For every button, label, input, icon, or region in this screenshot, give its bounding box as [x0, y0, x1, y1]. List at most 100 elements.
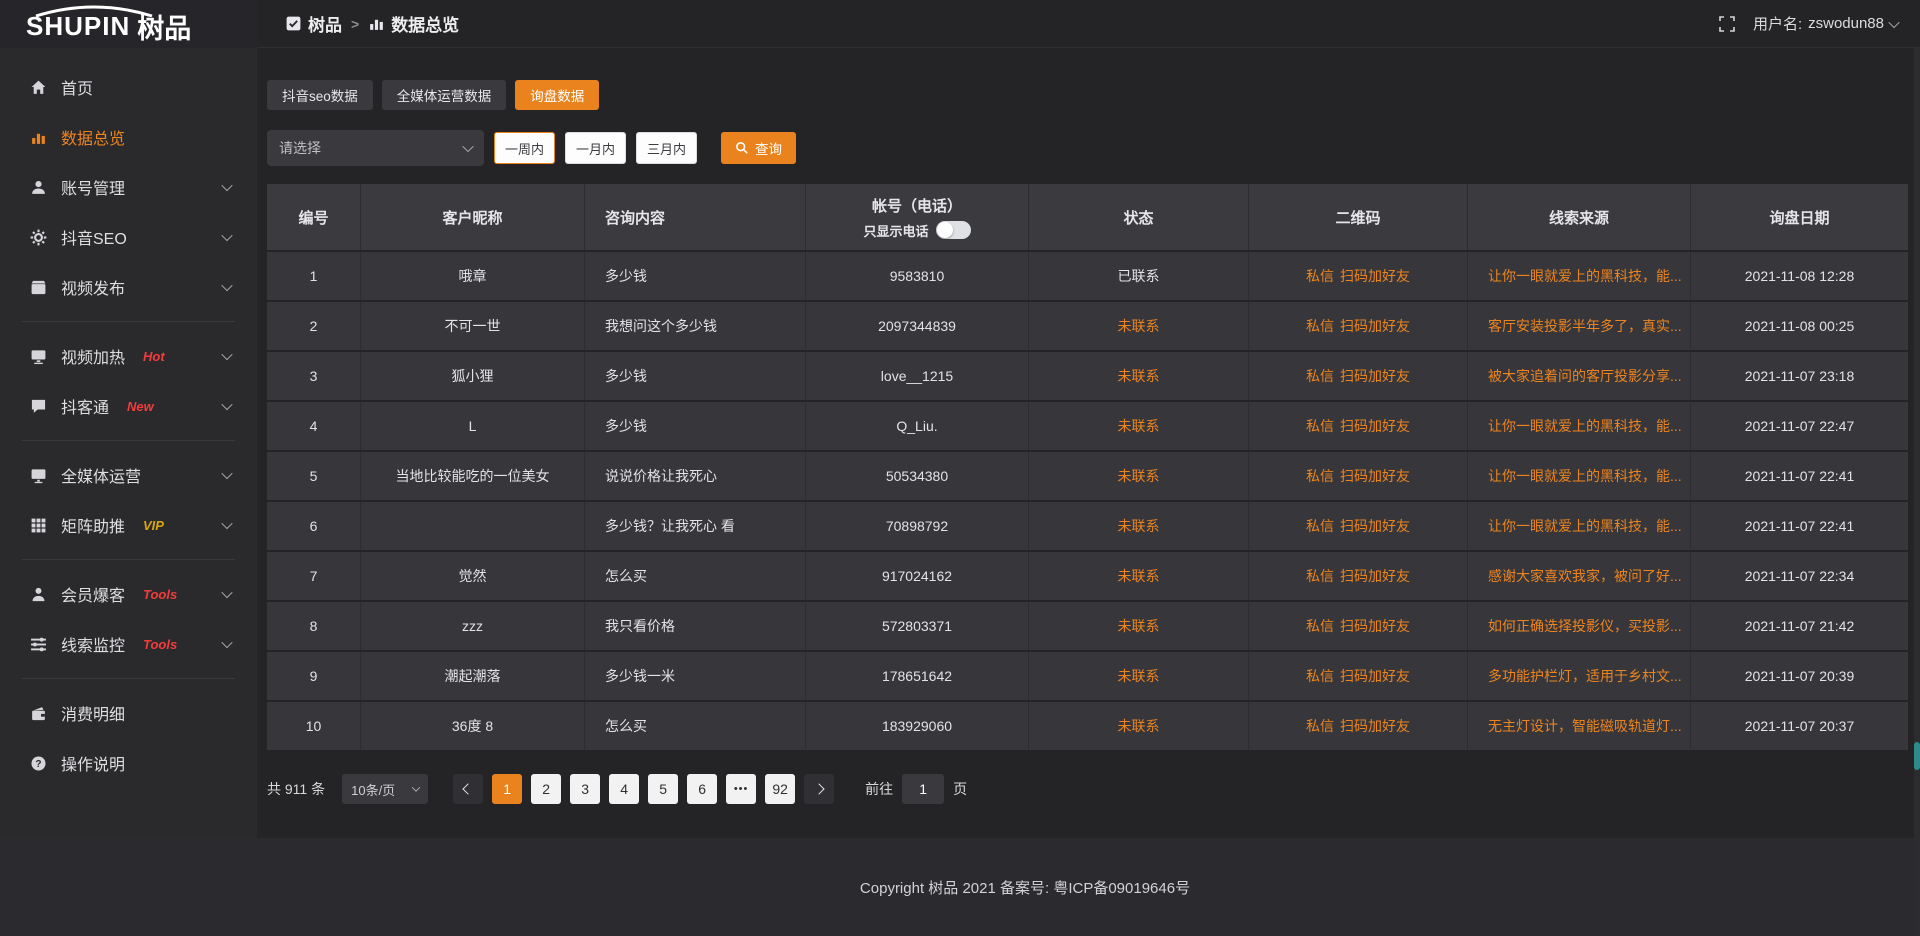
sidebar-item-lead-monitor[interactable]: 线索监控 Tools: [0, 619, 257, 669]
table-row: 3 狐小狸 多少钱 love__1215 未联系 私信扫码加好友 被大家追着问的…: [267, 350, 1908, 400]
status-badge: 未联系: [1029, 302, 1249, 350]
header-right-area: 用户名: zswodun88: [1719, 13, 1920, 34]
scan-add-friend-link[interactable]: 扫码加好友: [1340, 316, 1410, 336]
scan-add-friend-link[interactable]: 扫码加好友: [1340, 516, 1410, 536]
scrollbar-track[interactable]: [1914, 0, 1920, 936]
cell-account: 2097344839: [806, 302, 1029, 350]
sidebar-item-instructions[interactable]: ? 操作说明: [0, 738, 257, 788]
range-quarter-button[interactable]: 三月内: [636, 132, 697, 164]
lead-source-link[interactable]: 多功能护栏灯，适用于乡村文...: [1468, 652, 1691, 700]
lead-source-link[interactable]: 被大家追着问的客厅投影分享...: [1468, 352, 1691, 400]
cell-account: 178651642: [806, 652, 1029, 700]
sidebar-item-data-overview[interactable]: 数据总览: [0, 112, 257, 162]
scan-add-friend-link[interactable]: 扫码加好友: [1340, 616, 1410, 636]
lead-source-link[interactable]: 无主灯设计，智能磁吸轨道灯...: [1468, 702, 1691, 750]
lead-source-link[interactable]: 感谢大家喜欢我家，被问了好...: [1468, 552, 1691, 600]
bar-chart-icon: [368, 15, 385, 32]
app-logo: SHUPIN 树品: [0, 0, 257, 48]
dm-link[interactable]: 私信: [1306, 616, 1334, 636]
prev-page-button[interactable]: [453, 774, 483, 804]
breadcrumb-current[interactable]: 数据总览: [368, 11, 459, 36]
phone-only-toggle[interactable]: [936, 221, 971, 239]
sidebar-item-member-baoke[interactable]: 会员爆客 Tools: [0, 569, 257, 619]
sidebar-item-matrix-boost[interactable]: 矩阵助推 VIP: [0, 500, 257, 550]
page-button-4[interactable]: 4: [609, 774, 639, 804]
scrollbar-thumb[interactable]: [1914, 742, 1920, 770]
sidebar-divider: [22, 440, 235, 441]
range-week-button[interactable]: 一周内: [494, 132, 555, 164]
cell-nickname: 36度 8: [361, 702, 585, 750]
sidebar-item-label: 线索监控: [61, 632, 125, 656]
sidebar-nav: 首页 数据总览 账号管理 抖音SEO: [0, 48, 257, 838]
cell-account: 50534380: [806, 452, 1029, 500]
lead-source-link[interactable]: 让你一眼就爱上的黑科技，能...: [1468, 502, 1691, 550]
scan-add-friend-link[interactable]: 扫码加好友: [1340, 366, 1410, 386]
page-button-6[interactable]: 6: [687, 774, 717, 804]
page-button-5[interactable]: 5: [648, 774, 678, 804]
page-button-92[interactable]: 92: [765, 774, 795, 804]
sidebar-item-omni-media[interactable]: 全媒体运营: [0, 450, 257, 500]
sidebar-item-home[interactable]: 首页: [0, 62, 257, 112]
breadcrumb-root[interactable]: 树品: [285, 11, 342, 36]
table-row: 7 觉然 怎么买 917024162 未联系 私信扫码加好友 感谢大家喜欢我家，…: [267, 550, 1908, 600]
lead-source-link[interactable]: 让你一眼就爱上的黑科技，能...: [1468, 252, 1691, 300]
fullscreen-icon[interactable]: [1719, 16, 1735, 32]
scan-add-friend-link[interactable]: 扫码加好友: [1340, 666, 1410, 686]
scan-add-friend-link[interactable]: 扫码加好友: [1340, 416, 1410, 436]
cell-qrcode: 私信扫码加好友: [1249, 452, 1468, 500]
col-header-source: 线索来源: [1468, 184, 1691, 250]
chevron-down-icon: [221, 637, 232, 648]
sidebar-item-video-publish[interactable]: 视频发布: [0, 262, 257, 312]
tab-douyin-seo-data[interactable]: 抖音seo数据: [267, 80, 373, 110]
col-header-inquiry: 咨询内容: [585, 184, 806, 250]
dm-link[interactable]: 私信: [1306, 716, 1334, 736]
sidebar-item-douketong[interactable]: 抖客通 New: [0, 381, 257, 431]
sidebar-item-douyin-seo[interactable]: 抖音SEO: [0, 212, 257, 262]
scan-add-friend-link[interactable]: 扫码加好友: [1340, 716, 1410, 736]
query-button[interactable]: 查询: [721, 132, 796, 164]
lead-source-link[interactable]: 让你一眼就爱上的黑科技，能...: [1468, 402, 1691, 450]
dm-link[interactable]: 私信: [1306, 416, 1334, 436]
sidebar-item-label: 视频发布: [61, 275, 125, 299]
dm-link[interactable]: 私信: [1306, 516, 1334, 536]
sidebar-item-spending-details[interactable]: 消费明细: [0, 688, 257, 738]
cell-inquiry: 多少钱: [585, 352, 806, 400]
cell-qrcode: 私信扫码加好友: [1249, 352, 1468, 400]
tab-inquiry-data[interactable]: 询盘数据: [515, 80, 599, 110]
lead-source-link[interactable]: 如何正确选择投影仪，买投影...: [1468, 602, 1691, 650]
dm-link[interactable]: 私信: [1306, 466, 1334, 486]
tools-badge: Tools: [143, 587, 177, 602]
chevron-down-icon: [462, 141, 473, 152]
dm-link[interactable]: 私信: [1306, 366, 1334, 386]
page-button-2[interactable]: 2: [531, 774, 561, 804]
cell-nickname: 当地比较能吃的一位美女: [361, 452, 585, 500]
dm-link[interactable]: 私信: [1306, 266, 1334, 286]
sidebar-item-video-heating[interactable]: 视频加热 Hot: [0, 331, 257, 381]
page-button-1[interactable]: 1: [492, 774, 522, 804]
account-select[interactable]: 请选择: [267, 130, 484, 166]
range-month-button[interactable]: 一月内: [565, 132, 626, 164]
status-badge: 未联系: [1029, 602, 1249, 650]
tab-omni-media-data[interactable]: 全媒体运营数据: [382, 80, 507, 110]
dm-link[interactable]: 私信: [1306, 316, 1334, 336]
logo-arc: [30, 5, 158, 17]
page-button-3[interactable]: 3: [570, 774, 600, 804]
scan-add-friend-link[interactable]: 扫码加好友: [1340, 566, 1410, 586]
dm-link[interactable]: 私信: [1306, 666, 1334, 686]
sidebar-item-account-management[interactable]: 账号管理: [0, 162, 257, 212]
lead-source-link[interactable]: 客厅安装投影半年多了，真实...: [1468, 302, 1691, 350]
table-row: 10 36度 8 怎么买 183929060 未联系 私信扫码加好友 无主灯设计…: [267, 700, 1908, 750]
chevron-down-icon: [221, 280, 232, 291]
scan-add-friend-link[interactable]: 扫码加好友: [1340, 266, 1410, 286]
next-page-button[interactable]: [804, 774, 834, 804]
more-pages-button[interactable]: •••: [726, 774, 756, 804]
user-menu[interactable]: 用户名: zswodun88: [1753, 13, 1898, 34]
dm-link[interactable]: 私信: [1306, 566, 1334, 586]
goto-page-input[interactable]: [902, 774, 944, 804]
lead-source-link[interactable]: 让你一眼就爱上的黑科技，能...: [1468, 452, 1691, 500]
cell-date: 2021-11-07 21:42: [1691, 602, 1908, 650]
page-size-select[interactable]: 10条/页: [342, 774, 428, 804]
cell-date: 2021-11-07 22:41: [1691, 452, 1908, 500]
cell-date: 2021-11-07 20:37: [1691, 702, 1908, 750]
scan-add-friend-link[interactable]: 扫码加好友: [1340, 466, 1410, 486]
